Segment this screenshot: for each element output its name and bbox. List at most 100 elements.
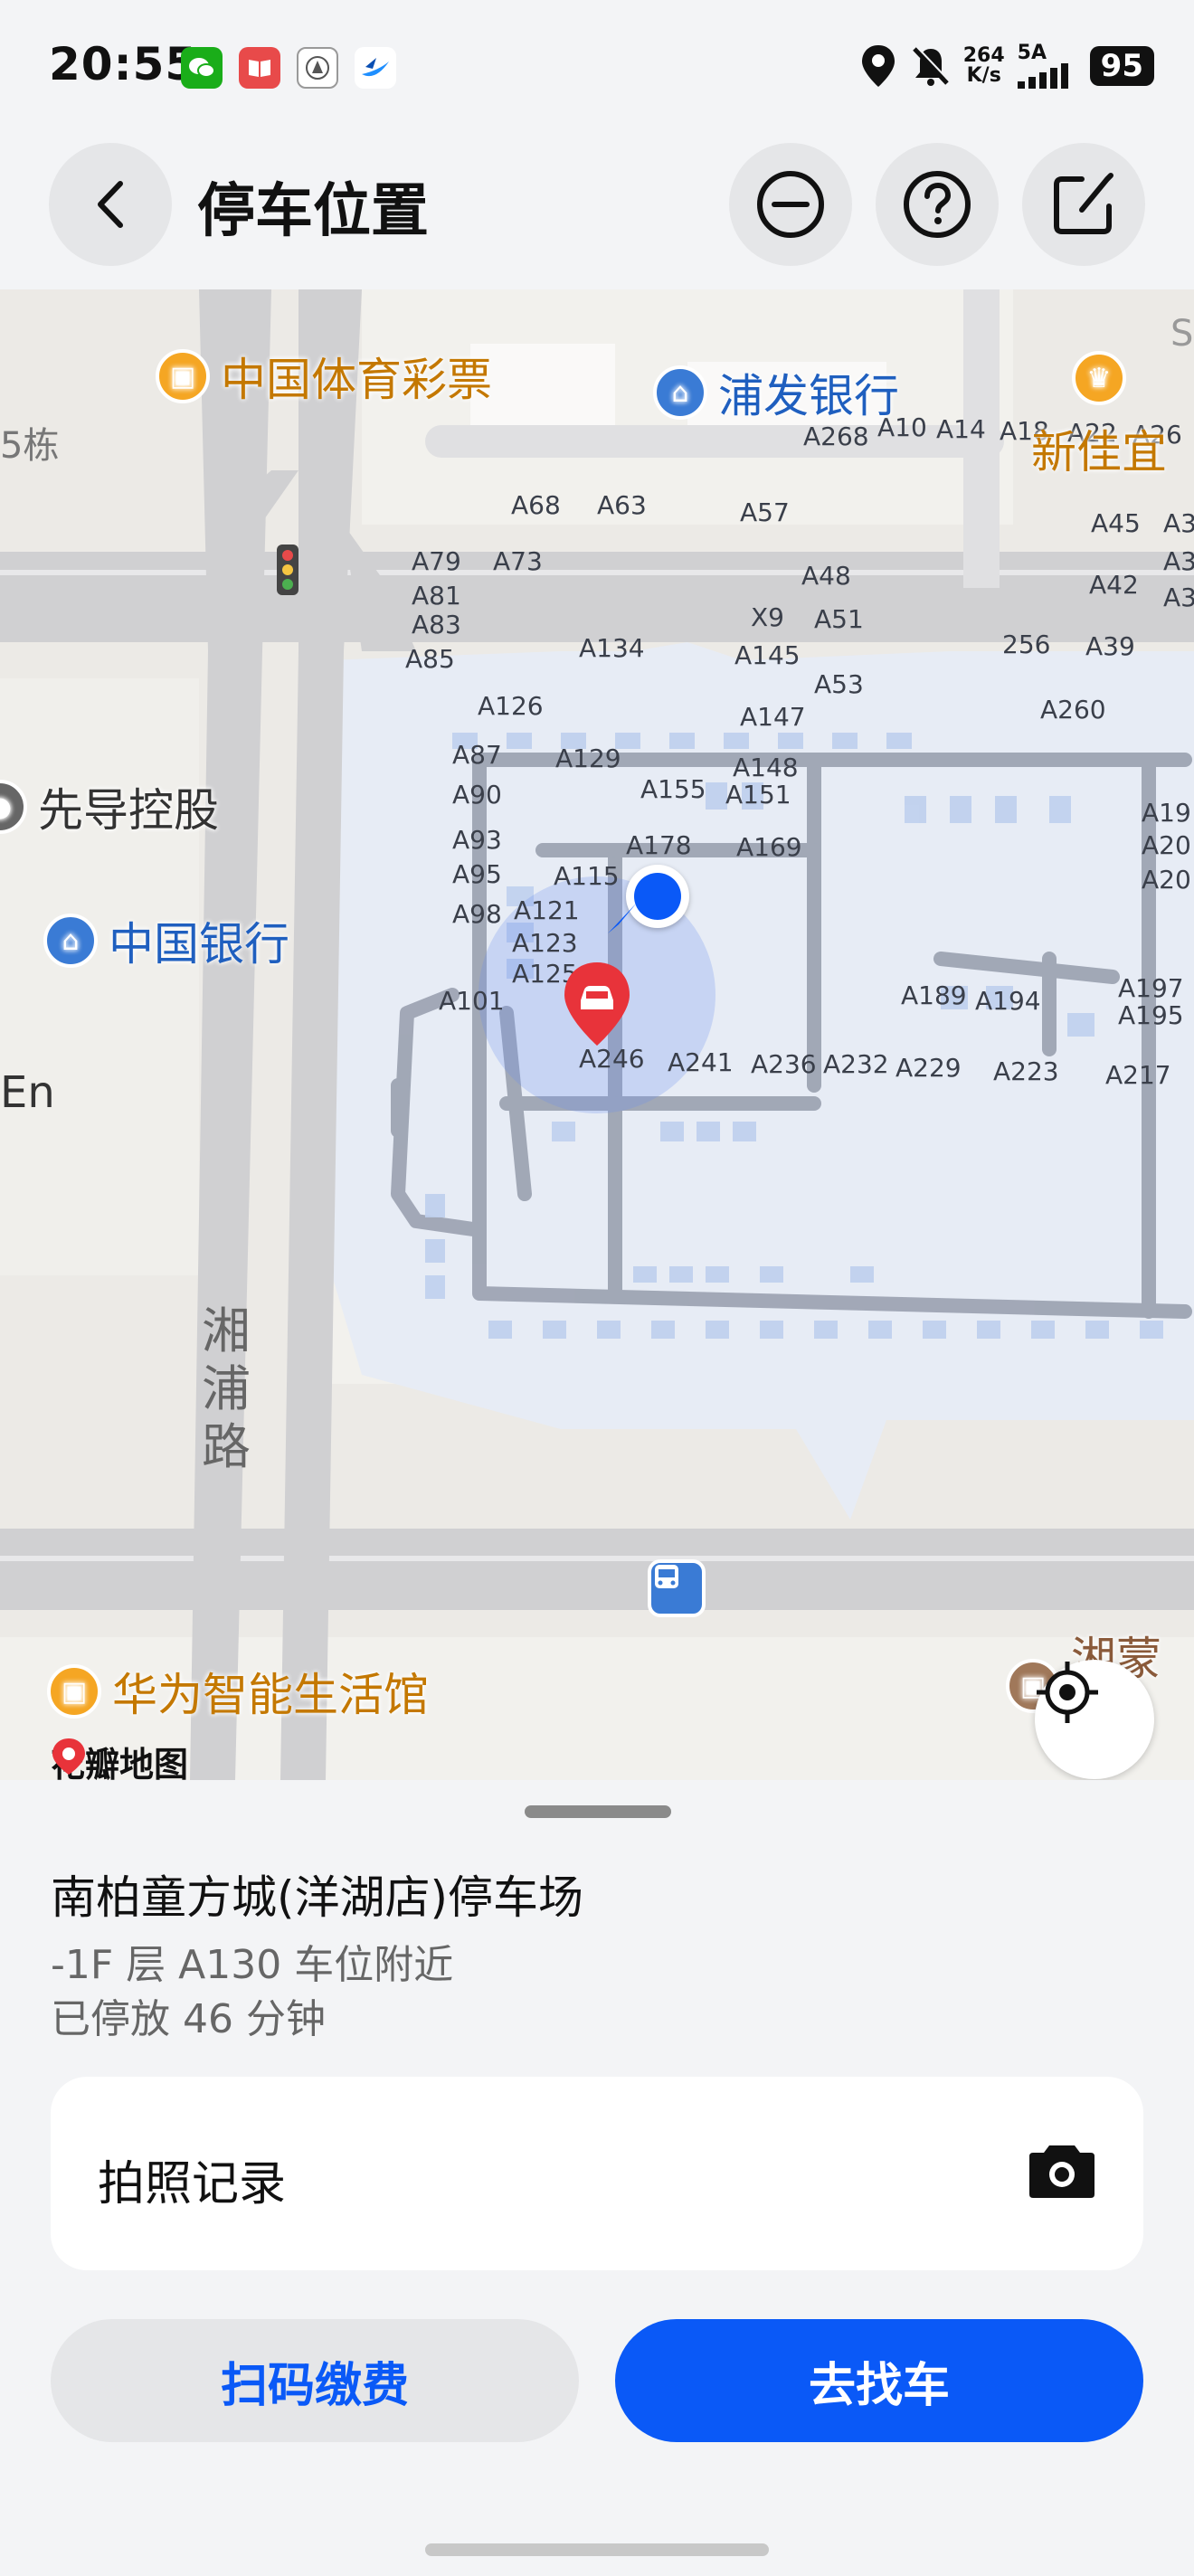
signal-group: 5A (1017, 43, 1077, 89)
edit-icon (1054, 173, 1113, 234)
parking-spot-label: A229 (896, 1053, 962, 1083)
back-button[interactable] (49, 143, 172, 266)
poi-fragment-label: En (0, 1067, 55, 1118)
bank-icon: ⌂ (653, 365, 707, 420)
parking-spot-label: 256 (1002, 630, 1051, 659)
poi-lottery[interactable]: ▣ 中国体育彩票 (156, 344, 492, 409)
poi-spdb[interactable]: ⌂ 浦发银行 (653, 360, 899, 425)
shop-icon: ▣ (47, 1664, 101, 1719)
bus-stop-icon[interactable] (648, 1559, 706, 1617)
navigation-icon (355, 47, 396, 89)
parking-spot-label: A3 (1163, 546, 1194, 576)
parking-spot-label: A129 (555, 743, 621, 773)
parking-spot-label: A195 (1118, 1000, 1184, 1030)
parking-spot-label: A95 (452, 859, 502, 889)
parking-spot-label: A155 (640, 774, 706, 804)
parking-spot-label: A20 (1142, 830, 1191, 860)
photo-record-card[interactable]: 拍照记录 (51, 2077, 1143, 2270)
parking-spot-label: A101 (439, 986, 505, 1016)
poi-huawei[interactable]: ▣ 华为智能生活馆 (47, 1659, 429, 1724)
parking-spot-label: A232 (823, 1049, 889, 1079)
heading-arrow-icon (608, 903, 637, 933)
parking-spot-label: A126 (478, 691, 544, 721)
location-hd-icon (861, 45, 895, 87)
parking-spot-label: A81 (412, 581, 461, 611)
help-button[interactable] (876, 143, 999, 266)
poi-fragment-label: S (1170, 313, 1194, 355)
parking-spot-label: A236 (751, 1049, 817, 1079)
parking-spot-label: A241 (668, 1047, 734, 1077)
system-status-icons: 264 K/s 5A 95 (858, 43, 1154, 89)
app-icon (297, 47, 338, 89)
battery-indicator: 95 (1089, 46, 1154, 86)
parking-duration: 已停放 46 分钟 (51, 1996, 326, 2042)
poi-boc[interactable]: ⌂ 中国银行 (43, 908, 289, 973)
road-name-xiangpu: 湘 浦 路 (202, 1302, 251, 1475)
network-speed: 264 K/s (962, 44, 1005, 87)
building-label: 5栋 (0, 425, 60, 467)
parking-info-sheet: 南柏童方城(洋湖店)停车场 -1F 层 A130 车位附近 已停放 46 分钟 … (0, 1780, 1194, 2576)
poi-xiandao[interactable]: ● 先导控股 (0, 774, 219, 839)
parking-spot-label: A169 (736, 832, 802, 862)
parking-spot-label: X9 (751, 602, 784, 632)
minus-circle-icon (757, 171, 824, 238)
huawei-map-logo-icon (52, 1738, 85, 1775)
parking-spot-label: A121 (514, 895, 580, 925)
basket-icon: ♛ (1072, 351, 1126, 405)
company-icon: ● (0, 780, 27, 834)
chevron-left-icon (98, 181, 123, 228)
parking-spot-label: A53 (814, 669, 864, 699)
bank-icon: ⌂ (43, 914, 98, 968)
parking-lot-name: 南柏童方城(洋湖店)停车场 (51, 1871, 584, 1924)
parking-spot-label: A57 (740, 497, 790, 527)
parking-spot-label: A14 (936, 414, 986, 444)
parking-spot-label: A151 (725, 780, 791, 810)
crosshair-icon (1037, 1662, 1098, 1723)
parking-spot-label: A51 (814, 604, 864, 634)
status-time: 20:55 (49, 38, 198, 90)
parking-spot-label: A68 (511, 490, 561, 520)
parking-spot-label: A83 (412, 610, 461, 639)
parking-spot-label: A134 (579, 633, 645, 663)
scan-to-pay-button[interactable]: 扫码缴费 (51, 2319, 579, 2442)
home-indicator (425, 2543, 769, 2556)
parking-spot-label: A63 (597, 490, 647, 520)
poi-xinjiayi[interactable]: ♛ 新佳宜 (1031, 351, 1167, 481)
parking-floor-spot: -1F 层 A130 车位附近 (51, 1942, 454, 1988)
mute-bell-icon (912, 46, 951, 86)
find-car-button[interactable]: 去找车 (615, 2319, 1143, 2442)
car-marker-icon[interactable] (561, 959, 633, 1049)
parking-spot-label: A3 (1163, 582, 1194, 612)
parking-spot-label: A93 (452, 825, 502, 855)
map-view[interactable]: A268 A10 A14 A18 A22 A26 A68 A63 A57 A45 A3 A79 A73 A… (0, 289, 1194, 1780)
parking-spot-label: A39 (1085, 631, 1135, 661)
parking-spot-label: A3 (1163, 508, 1194, 538)
parking-spot-label: A79 (412, 546, 461, 576)
sheet-drag-handle[interactable] (525, 1805, 671, 1818)
parking-spot-label: A260 (1040, 695, 1106, 724)
edit-button[interactable] (1022, 143, 1145, 266)
parking-spot-label: A148 (733, 753, 799, 782)
parking-spot-label: A90 (452, 780, 502, 810)
book-icon (239, 47, 280, 89)
notification-app-icons (181, 47, 396, 89)
locate-me-button[interactable] (1035, 1660, 1154, 1779)
parking-spot-label: A20 (1142, 865, 1191, 895)
parking-spot-label: A73 (493, 546, 543, 576)
parking-spot-label: A194 (975, 986, 1041, 1016)
parking-location-screen: 20:55 264 K/s 5A 95 停车位置 A268 A10 A14 A1… (0, 0, 1194, 2576)
parking-spot-label: A19 (1142, 798, 1191, 828)
help-icon (904, 171, 971, 238)
parking-spot-label: A45 (1091, 508, 1141, 538)
parking-spot-label: A268 (803, 421, 869, 451)
parking-spot-label: A123 (512, 928, 578, 958)
parking-spot-label: A42 (1089, 570, 1139, 600)
parking-spot-label: A147 (740, 702, 806, 732)
remove-record-button[interactable] (729, 143, 852, 266)
photo-record-label: 拍照记录 (98, 2157, 287, 2211)
parking-spot-label: A189 (901, 980, 967, 1010)
parking-spot-label: A197 (1118, 973, 1184, 1003)
parking-spot-label: A178 (626, 830, 692, 860)
parking-spot-label: A115 (554, 861, 620, 891)
camera-icon[interactable] (1028, 2140, 1096, 2200)
